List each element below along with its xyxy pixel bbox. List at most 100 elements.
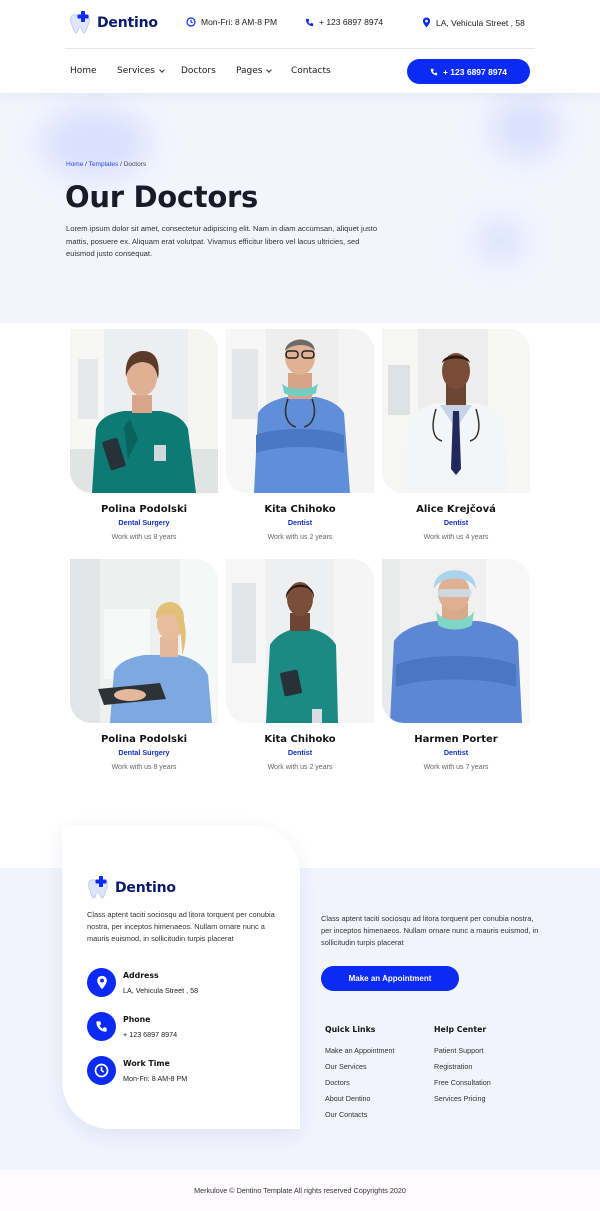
nav-item-label: Pages: [236, 66, 263, 76]
footer-link[interactable]: Free Consultation: [434, 1078, 491, 1094]
doctor-photo: [226, 559, 374, 723]
nav-item-contacts[interactable]: Contacts: [291, 66, 331, 76]
doctor-experience: Work with us 8 years: [111, 534, 177, 541]
nav-item-home[interactable]: Home: [70, 66, 117, 76]
top-phone-text: + 123 6897 8974: [319, 17, 384, 27]
nav-item-label: Contacts: [291, 66, 331, 76]
doctor-experience: Work with us 2 years: [267, 764, 333, 771]
nav-item-doctors[interactable]: Doctors: [181, 66, 236, 76]
contact-work-time: Work Time Mon-Fri: 8 AM-8 PM: [87, 1056, 187, 1085]
working-hours: Mon-Fri: 8 AM-8 PM: [186, 17, 277, 27]
doctor-experience: Work with us 2 years: [267, 534, 333, 541]
footer-link[interactable]: Doctors: [325, 1078, 395, 1094]
top-phone[interactable]: + 123 6897 8974: [305, 17, 383, 27]
footer-brand-logo[interactable]: Dentino: [87, 876, 176, 900]
main-nav: Home Services Doctors Pages Contacts: [70, 66, 331, 76]
tooth-logo-icon: [87, 876, 109, 900]
doctor-photo: [382, 559, 530, 723]
page-title: Our Doctors: [65, 180, 258, 214]
tooth-logo-icon: [69, 11, 91, 35]
doctor-name: Harmen Porter: [414, 734, 498, 745]
header-divider: [65, 48, 535, 49]
doctor-card[interactable]: Harmen Porter Dentist Work with us 7 yea…: [382, 559, 530, 771]
breadcrumb-templates[interactable]: Templates: [89, 161, 119, 168]
footer-brand-name: Dentino: [115, 880, 176, 896]
doctor-role: Dentist: [287, 518, 313, 527]
doctor-photo: [70, 329, 218, 493]
breadcrumb-current: Doctors: [123, 161, 147, 168]
contact-title: Work Time: [123, 1059, 170, 1068]
hero-description: Lorem ipsum dolor sit amet, consectetur …: [66, 224, 378, 258]
call-button-label: + 123 6897 8974: [442, 66, 508, 77]
doctor-experience: Work with us 4 years: [423, 534, 489, 541]
decor-blob: [490, 98, 560, 158]
doctors-grid: Polina Podolski Dental Surgery Work with…: [0, 323, 600, 868]
nav-item-label: Services: [117, 66, 155, 76]
doctor-card[interactable]: Polina Podolski Dental Surgery Work with…: [70, 329, 218, 541]
quick-links-list: Make an Appointment Our Services Doctors…: [325, 1046, 395, 1126]
footer-about-text: Class aptent taciti sociosqu ad litora t…: [87, 910, 275, 943]
call-button[interactable]: + 123 6897 8974: [407, 59, 530, 84]
contact-value: LA, Vehicula Street , 58: [123, 986, 199, 995]
top-address: LA, Vehicula Street , 58: [422, 17, 525, 28]
breadcrumb-home[interactable]: Home: [66, 161, 83, 168]
doctor-role: Dental Surgery: [118, 518, 170, 527]
clock-icon: [87, 1056, 116, 1085]
chevron-down-icon: [159, 66, 165, 73]
working-hours-text: Mon-Fri: 8 AM-8 PM: [201, 17, 278, 27]
doctor-role: Dentist: [287, 748, 313, 757]
doctor-name: Polina Podolski: [100, 504, 188, 515]
doctor-experience: Work with us 8 years: [111, 764, 177, 771]
top-address-text: LA, Vehicula Street , 58: [436, 17, 525, 28]
phone-icon: [87, 1012, 116, 1041]
phone-icon: [305, 18, 314, 26]
doctor-name: Kita Chihoko: [264, 504, 336, 515]
footer-link[interactable]: Make an Appointment: [325, 1046, 395, 1062]
footer-link[interactable]: Our Services: [325, 1062, 395, 1078]
footer-link[interactable]: About Dentino: [325, 1094, 395, 1110]
location-pin-icon: [87, 968, 116, 997]
phone-icon: [430, 68, 438, 75]
doctor-card[interactable]: Kita Chihoko Dentist Work with us 2 year…: [226, 559, 374, 771]
make-appointment-button[interactable]: Make an Appointment: [321, 966, 459, 991]
clock-icon: [186, 17, 196, 27]
doctor-card[interactable]: Alice Krejčová Dentist Work with us 4 ye…: [382, 329, 530, 541]
breadcrumb-separator: /: [85, 161, 87, 168]
footer-link[interactable]: Registration: [434, 1062, 491, 1078]
doctor-photo: [382, 329, 530, 493]
help-center-title: Help Center: [434, 1025, 487, 1034]
chevron-down-icon: [266, 66, 273, 73]
doctor-card[interactable]: Polina Podolski Dental Surgery Work with…: [70, 559, 218, 771]
page-hero: Home / Templates / Doctors Our Doctors L…: [0, 93, 600, 323]
footer-right-text: Class aptent taciti sociosqu ad litora t…: [321, 914, 539, 947]
doctor-name: Alice Krejčová: [416, 504, 496, 515]
footer-link[interactable]: Services Pricing: [434, 1094, 491, 1110]
contact-value: + 123 6897 8974: [123, 1030, 178, 1039]
doctor-role: Dental Surgery: [118, 748, 170, 757]
nav-item-services[interactable]: Services: [117, 66, 181, 76]
doctor-role: Dentist: [443, 748, 469, 757]
doctor-role: Dentist: [443, 518, 469, 527]
contact-address: Address LA, Vehicula Street , 58: [87, 968, 198, 997]
location-pin-icon: [422, 17, 431, 28]
doctor-card[interactable]: Kita Chihoko Dentist Work with us 2 year…: [226, 329, 374, 541]
doctor-photo: [70, 559, 218, 723]
help-center-list: Patient Support Registration Free Consul…: [434, 1046, 491, 1110]
doctor-name: Polina Podolski: [100, 734, 188, 745]
nav-item-pages[interactable]: Pages: [236, 66, 291, 76]
decor-blob: [478, 221, 523, 261]
footer-link[interactable]: Patient Support: [434, 1046, 491, 1062]
contact-title: Address: [123, 971, 159, 980]
nav-item-label: Doctors: [181, 66, 216, 76]
doctor-photo: [226, 329, 374, 493]
doctor-name: Kita Chihoko: [264, 734, 336, 745]
contact-value: Mon-Fri: 8 AM-8 PM: [123, 1074, 188, 1083]
doctor-experience: Work with us 7 years: [423, 764, 489, 771]
contact-title: Phone: [123, 1015, 151, 1024]
footer-link[interactable]: Our Contacts: [325, 1110, 395, 1126]
brand-logo[interactable]: Dentino: [69, 11, 158, 35]
contact-phone[interactable]: Phone + 123 6897 8974: [87, 1012, 177, 1041]
breadcrumb-separator: /: [120, 161, 122, 168]
copyright-text: Merkulove © Dentino Template All rights …: [194, 1186, 406, 1195]
breadcrumb: Home / Templates / Doctors: [66, 161, 146, 168]
